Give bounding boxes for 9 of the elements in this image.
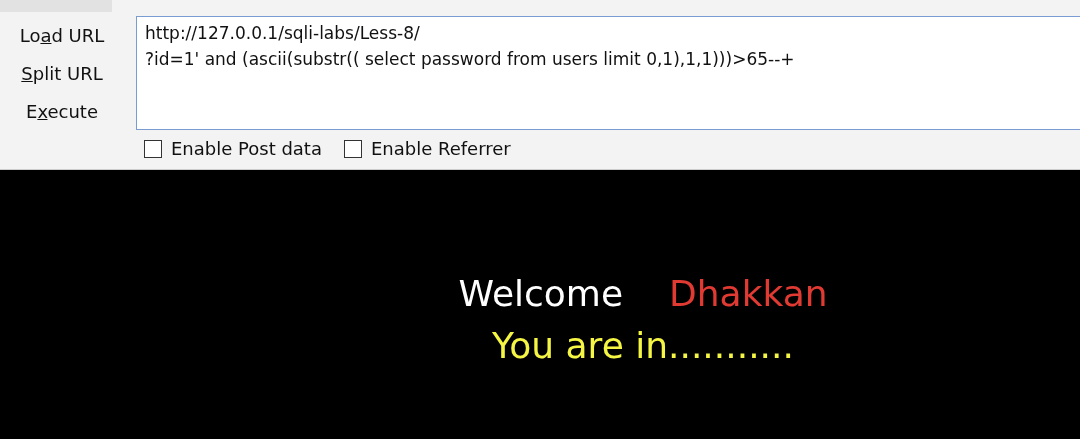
toolbar-button[interactable]: Load URL [15,18,109,54]
user-name: Dhakkan [669,272,828,316]
url-field[interactable]: http://127.0.0.1/sqli-labs/Less-8/ ?id=1' and (ascii(substr(( select password from users limit 0,1),1,1)))>65--+ [136,16,1080,130]
toolbar-button[interactable]: Execute [22,94,102,130]
welcome-text: Welcome [458,272,624,316]
toolbar-button[interactable]: Split URL [17,56,107,92]
status-message: You are in........... [492,324,794,368]
option-checkbox[interactable]: Enable Post data [144,138,322,159]
option-checkbox[interactable]: Enable Referrer [343,138,511,159]
